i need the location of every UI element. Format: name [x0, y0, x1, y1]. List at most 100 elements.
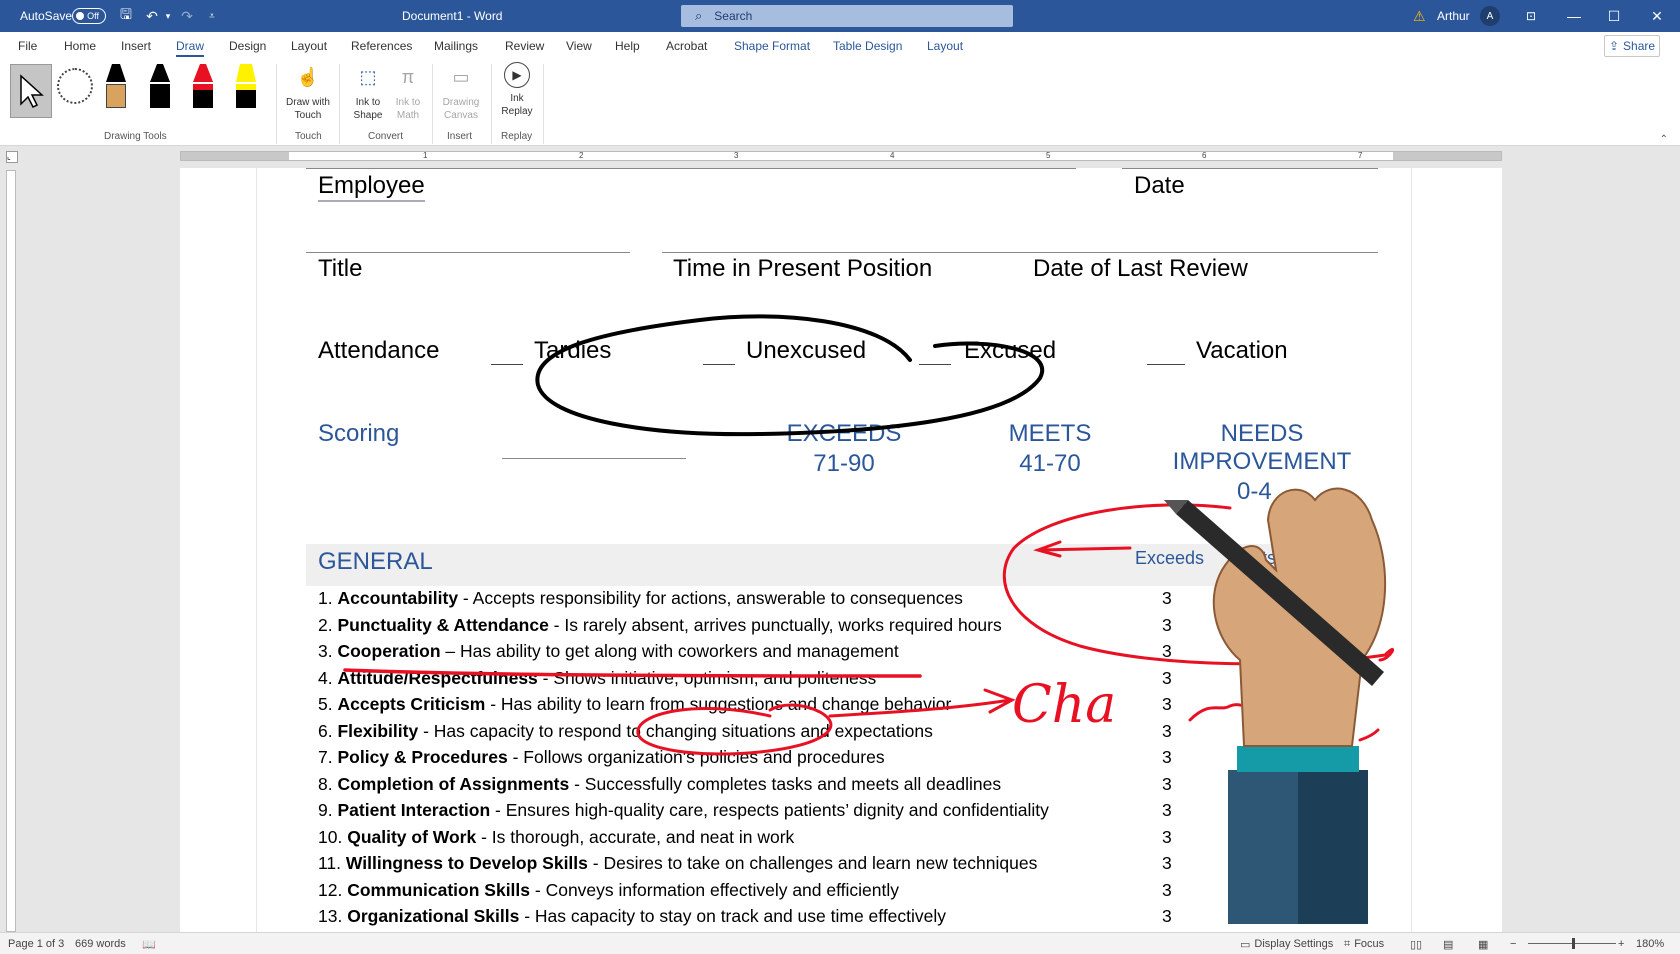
search-icon: ⌕	[695, 8, 703, 23]
tab-mailings[interactable]: Mailings	[434, 32, 478, 60]
drawing-canvas-button[interactable]: ▭ Drawing Canvas	[437, 62, 485, 122]
undo-dropdown-icon[interactable]: ▾	[158, 0, 178, 32]
exceeds-score[interactable]: 3	[1162, 641, 1172, 662]
tab-draw[interactable]: Draw	[176, 32, 205, 60]
exceeds-score[interactable]: 3	[1162, 615, 1172, 636]
save-icon[interactable]: 🖫	[116, 0, 136, 32]
exceeds-score[interactable]: 3	[1162, 588, 1172, 609]
criteria-row: 5. Accepts Criticism - Has ability to le…	[318, 694, 951, 715]
tab-design[interactable]: Design	[229, 32, 266, 60]
tab-file[interactable]: File	[18, 32, 37, 60]
criteria-name: Quality of Work	[347, 826, 477, 847]
maximize-icon[interactable]: ☐	[1591, 0, 1637, 32]
criteria-description: Ensures high-quality care, respects pati…	[505, 800, 1049, 820]
page-count[interactable]: Page 1 of 3	[8, 933, 64, 954]
display-settings-button[interactable]: ▭ Display Settings	[1240, 933, 1333, 954]
close-icon[interactable]: ✕	[1634, 0, 1680, 32]
exceeds-score[interactable]: 3	[1162, 827, 1172, 848]
proofing-icon[interactable]: 📖	[142, 933, 156, 954]
tab-references[interactable]: References	[351, 32, 412, 60]
print-layout-icon[interactable]: ▤	[1443, 933, 1453, 954]
criteria-name: Willingness to Develop Skills	[345, 853, 588, 873]
pencil-tool[interactable]	[106, 64, 126, 108]
pen-tip	[236, 64, 256, 82]
tab-acrobat[interactable]: Acrobat	[666, 32, 707, 60]
tab-view[interactable]: View	[566, 32, 592, 60]
meets-score[interactable]: 2	[1248, 588, 1258, 609]
exceeds-score[interactable]: 3	[1162, 853, 1172, 874]
exceeds-score[interactable]: 3	[1162, 800, 1172, 821]
vertical-ruler[interactable]	[6, 170, 16, 932]
customize-qat-icon[interactable]: ⩡	[202, 0, 222, 32]
zoom-level[interactable]: 180%	[1636, 933, 1664, 954]
draw-with-touch-label-1: Draw with	[286, 97, 330, 108]
tab-review[interactable]: Review	[505, 32, 544, 60]
exceeds-score[interactable]: 3	[1162, 880, 1172, 901]
user-name[interactable]: Arthur	[1437, 0, 1470, 32]
display-settings-label: Display Settings	[1254, 938, 1334, 950]
tab-layout[interactable]: Layout	[291, 32, 327, 60]
select-objects-tool[interactable]	[10, 64, 52, 118]
criteria-number: 8.	[318, 773, 333, 794]
lasso-select-icon[interactable]	[57, 68, 93, 104]
criteria-description: Accepts responsibility for actions, answ…	[472, 588, 963, 608]
column-exceeds-header: Exceeds	[1135, 548, 1205, 568]
tab-table-layout[interactable]: Layout	[927, 32, 963, 60]
ribbon-display-options-icon[interactable]: ⊡	[1508, 0, 1554, 32]
avatar[interactable]: A	[1480, 6, 1500, 26]
tab-help[interactable]: Help	[615, 32, 640, 60]
ruler-number: 6	[1202, 151, 1207, 160]
criteria-separator: -	[519, 906, 535, 926]
criteria-description: Has capacity to stay on track and use ti…	[534, 906, 947, 926]
tab-table-design[interactable]: Table Design	[833, 32, 902, 60]
warning-icon[interactable]: ⚠	[1413, 0, 1426, 32]
exceeds-score[interactable]: 3	[1162, 774, 1172, 795]
draw-with-touch-button[interactable]: ☝ Draw with Touch	[284, 62, 332, 122]
exceeds-score[interactable]: 3	[1162, 694, 1172, 715]
tardies-blank	[491, 364, 523, 365]
tab-insert[interactable]: Insert	[121, 32, 151, 60]
meets-score[interactable]: 2	[1248, 615, 1258, 636]
focus-button[interactable]: ⌗ Focus	[1344, 933, 1384, 954]
ink-replay-icon: ▶	[504, 62, 530, 88]
criteria-separator: -	[548, 614, 565, 635]
exceeds-score[interactable]: 3	[1162, 906, 1172, 927]
group-label-drawing-tools: Drawing Tools	[104, 131, 167, 142]
ruler-number: 2	[579, 151, 584, 160]
horizontal-ruler[interactable]: 1 2 3 4 5 6 7	[180, 151, 1502, 161]
zoom-slider-thumb[interactable]	[1572, 938, 1575, 949]
zoom-in-icon[interactable]: +	[1618, 933, 1624, 954]
autosave-toggle[interactable]: Off	[72, 8, 106, 24]
pen-black-tool[interactable]	[150, 64, 170, 108]
needs-heading: NEEDS	[1220, 420, 1304, 447]
tab-selector[interactable]: ⌞	[6, 151, 18, 163]
share-button[interactable]: ⇪ Share	[1604, 35, 1660, 57]
unexcused-label: Unexcused	[746, 337, 867, 364]
criteria-description: Desires to take on challenges and learn …	[603, 853, 1038, 873]
read-mode-icon[interactable]: ▯▯	[1410, 933, 1422, 954]
redo-icon[interactable]: ↷	[177, 0, 197, 32]
field-underline	[1122, 168, 1378, 169]
criteria-name: Completion of Assignments	[337, 773, 570, 794]
exceeds-score[interactable]: 3	[1162, 721, 1172, 742]
improvement-heading: IMPROVEMENT	[1172, 448, 1352, 475]
ink-replay-button[interactable]: ▶ Ink Replay	[497, 62, 537, 118]
search-placeholder: Search	[714, 9, 753, 23]
web-layout-icon[interactable]: ▦	[1478, 933, 1488, 954]
word-count[interactable]: 669 words	[75, 933, 126, 954]
tab-home[interactable]: Home	[64, 32, 96, 60]
zoom-out-icon[interactable]: −	[1510, 933, 1516, 954]
ink-to-math-button[interactable]: π Ink to Math	[390, 62, 426, 122]
exceeds-score[interactable]: 3	[1162, 747, 1172, 768]
group-separator	[339, 64, 340, 144]
tab-shape-format[interactable]: Shape Format	[734, 32, 810, 60]
column-meets-header: ts	[1262, 548, 1277, 568]
exceeds-score[interactable]: 3	[1162, 668, 1172, 689]
search-input[interactable]: ⌕ Search	[681, 5, 1013, 27]
ink-to-shape-button[interactable]: ⬚ Ink to Shape	[348, 62, 388, 122]
exceeds-range: 71-90	[813, 450, 875, 477]
collapse-ribbon-icon[interactable]: ⌃	[1660, 134, 1668, 145]
highlighter-yellow-tool[interactable]	[236, 64, 256, 108]
focus-label: Focus	[1354, 938, 1385, 950]
pen-red-tool[interactable]	[193, 64, 213, 108]
